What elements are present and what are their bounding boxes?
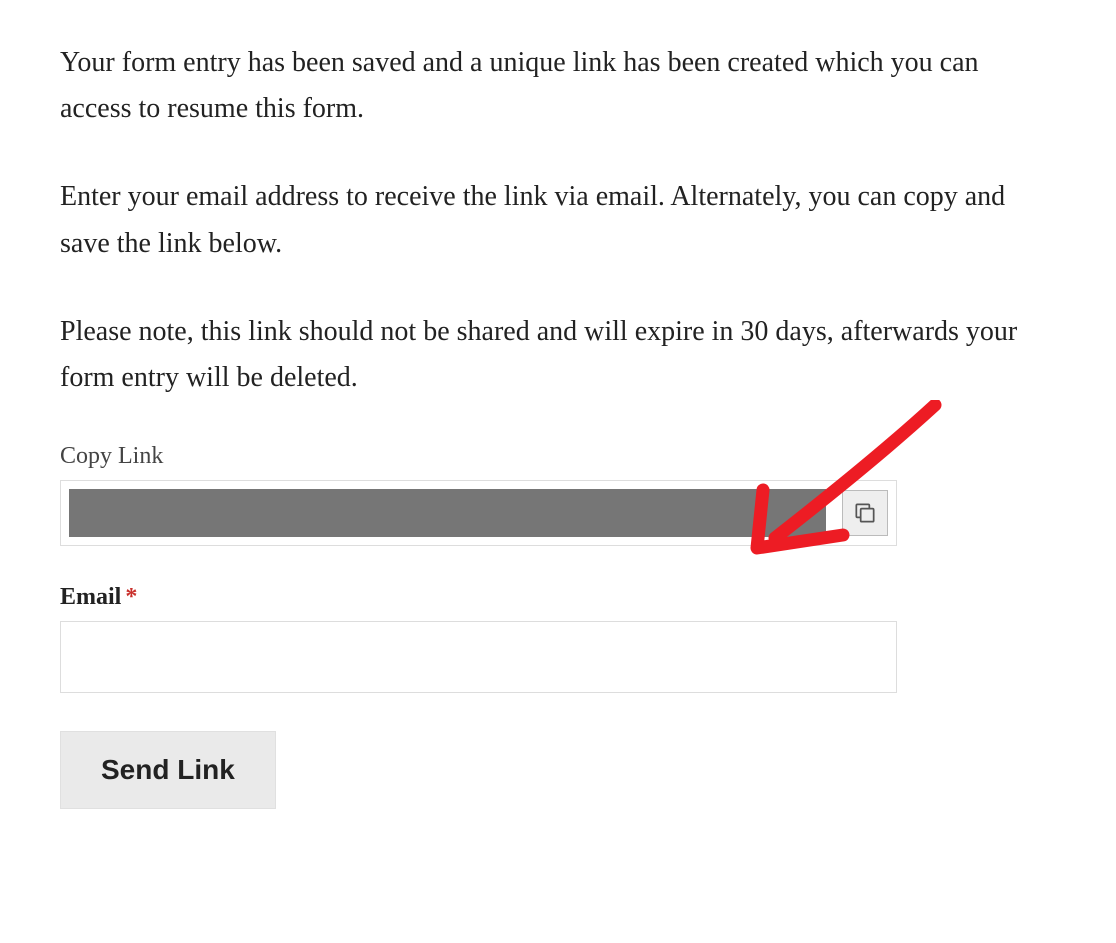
- email-label: Email*: [60, 584, 1056, 611]
- copy-link-group: [60, 480, 897, 546]
- copy-link-display[interactable]: [61, 481, 834, 545]
- required-indicator: *: [125, 584, 137, 610]
- info-email-paragraph: Enter your email address to receive the …: [60, 174, 1056, 266]
- info-saved-paragraph: Your form entry has been saved and a uni…: [60, 40, 1056, 132]
- send-link-button[interactable]: Send Link: [60, 731, 276, 809]
- copy-icon: [852, 500, 878, 526]
- copy-link-field: Copy Link: [60, 443, 1056, 546]
- copy-button[interactable]: [834, 481, 896, 545]
- email-input[interactable]: [60, 621, 897, 693]
- copy-link-label: Copy Link: [60, 443, 1056, 470]
- obscured-link-bar: [69, 489, 826, 537]
- email-field-wrapper: Email*: [60, 584, 1056, 693]
- info-expiry-paragraph: Please note, this link should not be sha…: [60, 309, 1056, 401]
